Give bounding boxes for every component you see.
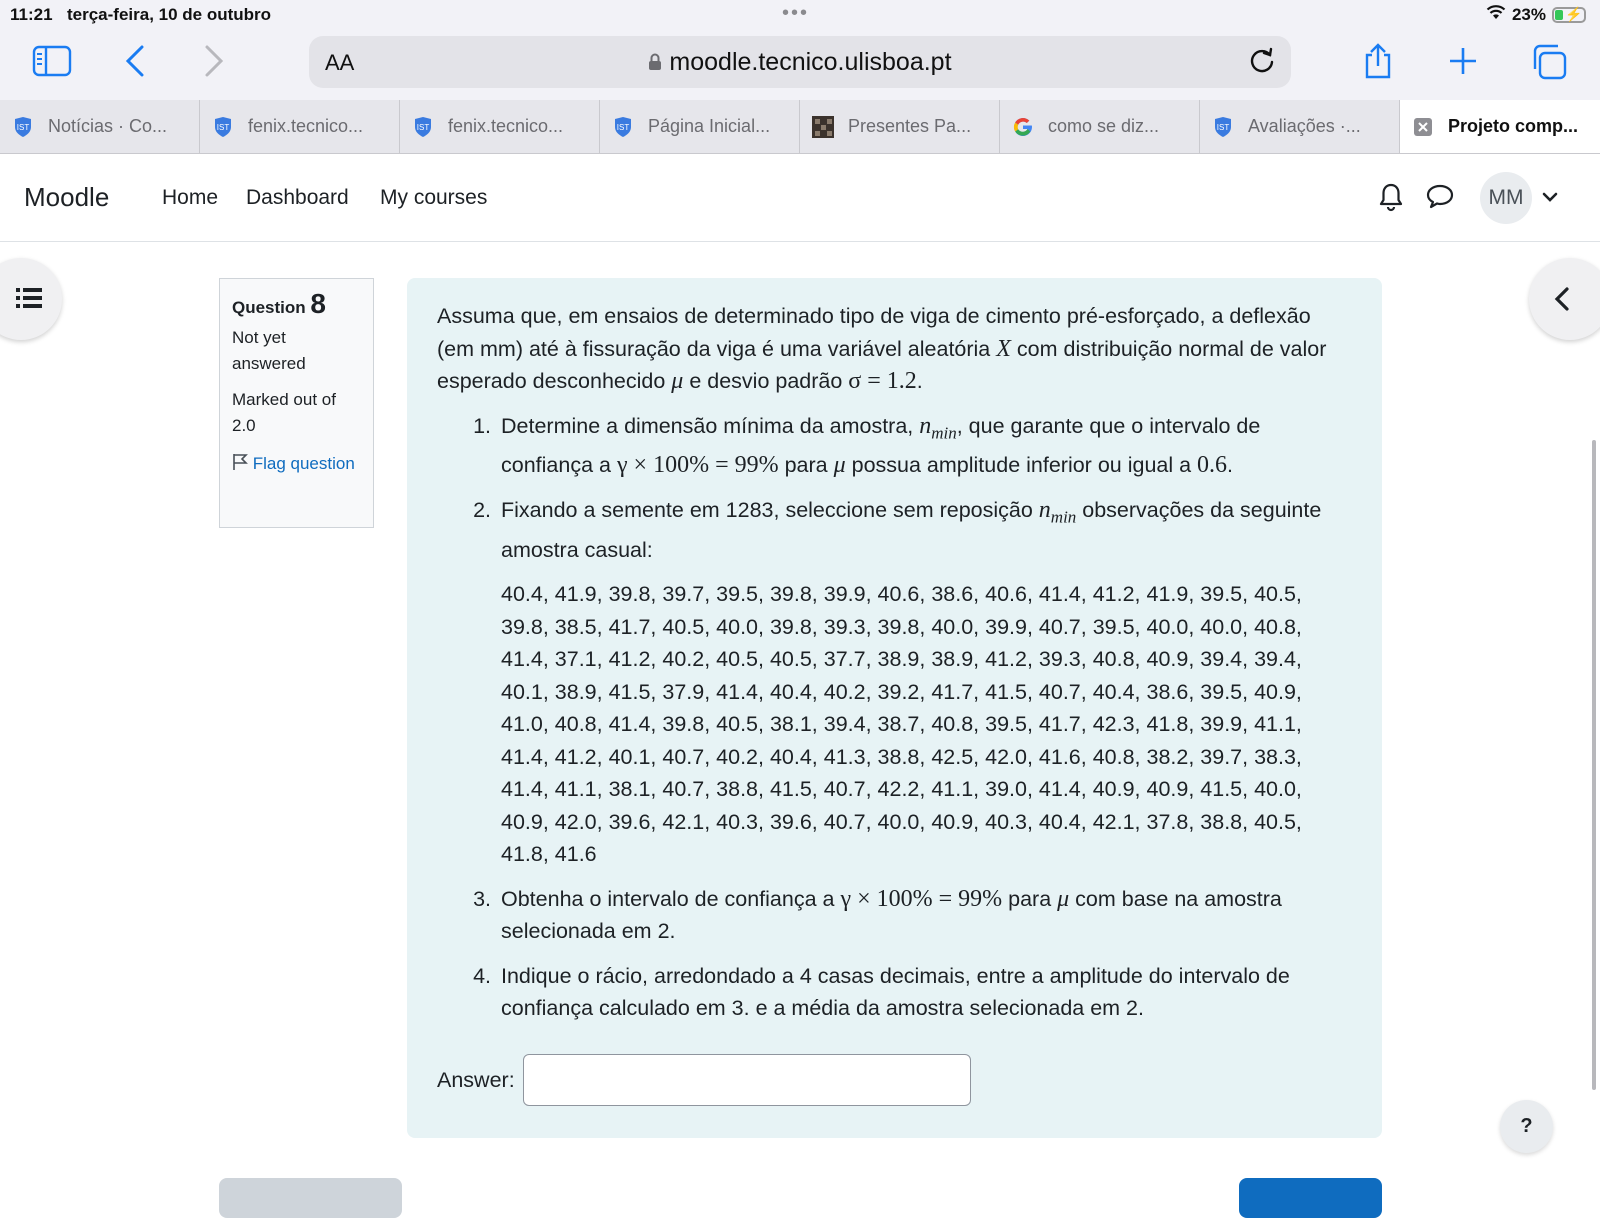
status-bar: 11:21 terça-feira, 10 de outubro ••• 23%… [0, 0, 1600, 30]
sidebar-toggle-icon[interactable] [32, 44, 72, 78]
url-display[interactable]: moodle.tecnico.ulisboa.pt [309, 48, 1291, 77]
question-intro: Assuma que, em ensaios de determinado ti… [437, 304, 1327, 394]
address-bar[interactable]: AA moodle.tecnico.ulisboa.pt [309, 36, 1291, 88]
sample-data-line: 41.4, 41.2, 40.1, 40.7, 40.2, 40.4, 41.3… [501, 744, 1302, 769]
question-formulation: Assuma que, em ensaios de determinado ti… [407, 278, 1382, 1138]
tab-como-se-diz[interactable]: como se diz... [1000, 100, 1200, 153]
tab-avaliacoes[interactable]: IST Avaliações ·... [1200, 100, 1400, 153]
url-text: moodle.tecnico.ulisboa.pt [669, 48, 952, 76]
course-index-toggle[interactable] [0, 258, 62, 340]
grid-favicon-icon [812, 115, 834, 138]
question-items: Determine a dimensão mínima da amostra, … [437, 410, 1352, 1025]
battery-icon: ⚡ [1552, 6, 1586, 23]
tecnico-shield-icon: IST [412, 116, 434, 138]
sample-data-line: 41.8, 41.6 [501, 842, 597, 867]
multitasking-dots[interactable]: ••• [782, 2, 809, 25]
status-date: terça-feira, 10 de outubro [67, 5, 272, 24]
tab-pagina-inicial[interactable]: IST Página Inicial... [600, 100, 800, 153]
nav-my-courses[interactable]: My courses [380, 186, 487, 210]
svg-text:IST: IST [217, 123, 230, 132]
svg-text:IST: IST [1217, 123, 1230, 132]
lock-icon [648, 48, 669, 76]
svg-text:IST: IST [417, 123, 430, 132]
status-right: 23% ⚡ [1486, 4, 1586, 25]
answer-input[interactable] [522, 1054, 971, 1106]
forward-icon[interactable] [203, 44, 225, 78]
answer-row: Answer: [437, 1054, 971, 1106]
flag-question-link[interactable]: Flag question [232, 451, 361, 477]
next-page-button[interactable] [1239, 1178, 1382, 1218]
sample-data-line: 39.8, 38.5, 41.7, 40.5, 40.0, 39.8, 39.3… [501, 614, 1302, 639]
question-grade: Marked out of 2.0 [232, 390, 336, 435]
messages-chat-icon[interactable] [1425, 182, 1455, 215]
browser-toolbar: AA moodle.tecnico.ulisboa.pt [0, 30, 1600, 100]
tab-noticias[interactable]: IST Notícias · Co... [0, 100, 200, 153]
answer-label: Answer: [437, 1067, 515, 1092]
question-item-1: Determine a dimensão mínima da amostra, … [497, 410, 1352, 482]
question-item-4: Indique o rácio, arredondado a 4 casas d… [497, 960, 1352, 1025]
list-icon [16, 286, 42, 315]
user-menu-chevron-down-icon[interactable] [1542, 190, 1558, 208]
sample-data: 40.4, 41.9, 39.8, 39.7, 39.5, 39.8, 39.9… [501, 578, 1352, 871]
tab-fenix-1[interactable]: IST fenix.tecnico... [200, 100, 400, 153]
tecnico-shield-icon: IST [612, 116, 634, 138]
tecnico-shield-icon: IST [1212, 116, 1234, 138]
close-tab-icon[interactable] [1412, 116, 1434, 138]
tab-fenix-2[interactable]: IST fenix.tecnico... [400, 100, 600, 153]
sample-data-line: 41.4, 37.1, 41.2, 40.2, 40.5, 40.5, 37.7… [501, 647, 1302, 672]
status-time: 11:21 [10, 5, 53, 24]
moodle-navbar: Moodle Home Dashboard My courses MM [0, 154, 1600, 242]
reload-icon[interactable] [1247, 46, 1277, 81]
tabs-overview-icon[interactable] [1532, 44, 1568, 80]
chevron-left-icon [1553, 285, 1571, 318]
google-icon [1012, 116, 1034, 138]
svg-text:IST: IST [617, 123, 630, 132]
tecnico-shield-icon: IST [212, 116, 234, 138]
previous-page-button[interactable] [219, 1178, 402, 1218]
battery-percent: 23% [1511, 4, 1546, 24]
tab-projeto-active[interactable]: Projeto comp... [1400, 100, 1600, 153]
tab-bar: IST Notícias · Co... IST fenix.tecnico..… [0, 100, 1600, 154]
block-drawer-toggle[interactable] [1529, 258, 1600, 340]
sample-data-line: 40.1, 38.9, 41.5, 37.9, 41.4, 40.4, 40.2… [501, 679, 1302, 704]
flag-icon [232, 454, 253, 473]
back-icon[interactable] [124, 44, 146, 78]
tecnico-shield-icon: IST [12, 116, 34, 138]
question-item-2: Fixando a semente em 1283, seleccione se… [497, 494, 1352, 871]
wifi-icon [1486, 4, 1506, 25]
sample-data-line: 40.4, 41.9, 39.8, 39.7, 39.5, 39.8, 39.9… [501, 582, 1302, 607]
share-icon[interactable] [1362, 42, 1394, 80]
sample-data-line: 40.9, 42.0, 39.6, 42.1, 40.3, 39.6, 40.7… [501, 809, 1302, 834]
new-tab-icon[interactable] [1448, 46, 1478, 76]
help-button[interactable]: ? [1500, 1100, 1553, 1153]
svg-text:IST: IST [17, 123, 30, 132]
moodle-brand[interactable]: Moodle [24, 182, 109, 213]
sample-data-line: 41.4, 41.1, 38.1, 40.7, 38.8, 41.5, 40.7… [501, 777, 1302, 802]
question-number: Question 8 [232, 288, 326, 319]
question-state: Not yet answered [232, 328, 306, 373]
nav-dashboard[interactable]: Dashboard [246, 186, 349, 210]
sample-data-line: 41.0, 40.8, 41.4, 39.8, 40.5, 38.1, 39.4… [501, 712, 1302, 737]
notifications-bell-icon[interactable] [1378, 182, 1404, 217]
nav-home[interactable]: Home [162, 186, 218, 210]
question-info: Question 8 Not yet answered Marked out o… [219, 278, 374, 528]
page-scrollbar[interactable] [1592, 440, 1596, 1090]
question-item-3: Obtenha o intervalo de confiança a γ × 1… [497, 883, 1352, 948]
user-avatar[interactable]: MM [1480, 172, 1532, 224]
tab-presentes[interactable]: Presentes Pa... [800, 100, 1000, 153]
